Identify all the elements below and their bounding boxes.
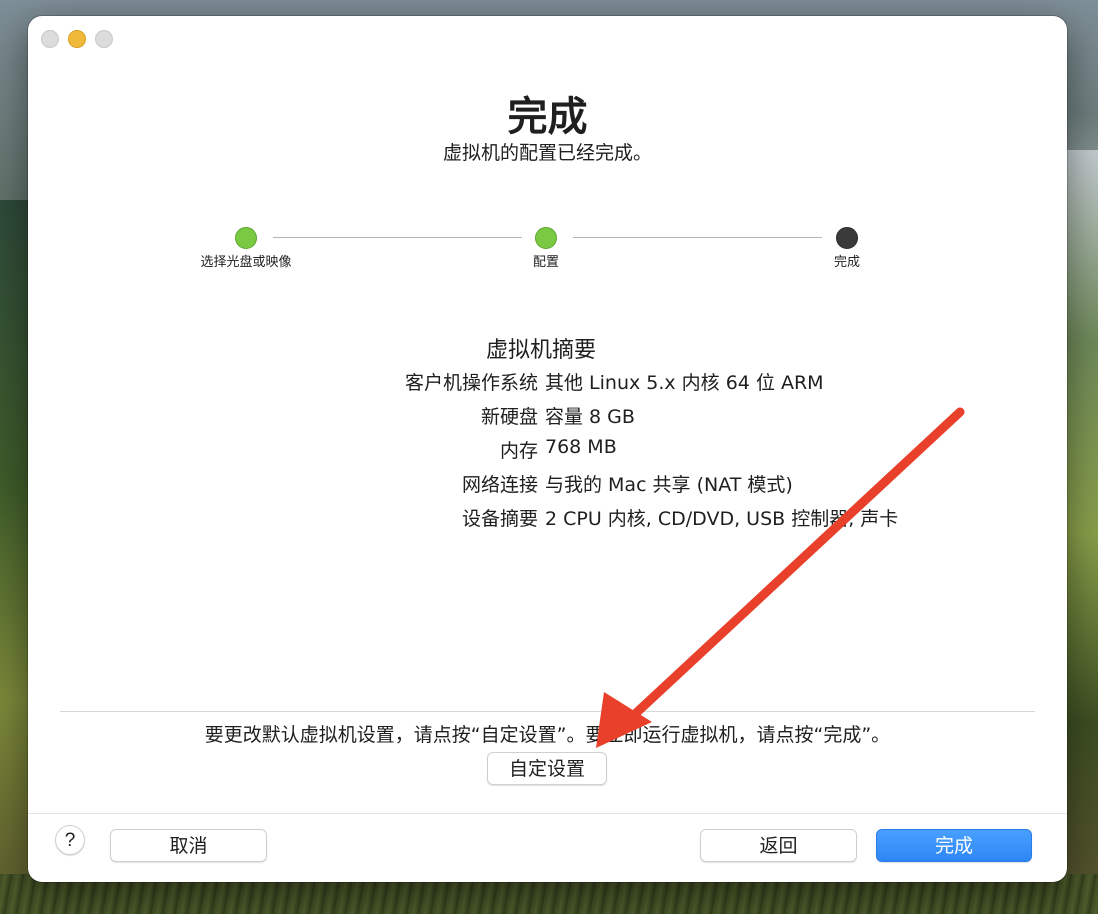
summary-row: 新硬盘 容量 8 GB: [28, 402, 1067, 432]
window-controls: [41, 30, 113, 48]
help-button[interactable]: ?: [55, 825, 85, 855]
summary-key: 客户机操作系统: [404, 372, 538, 394]
summary-key: 设备摘要: [461, 508, 538, 530]
step-2-label: 配置: [532, 255, 560, 270]
back-button[interactable]: 返回: [700, 829, 857, 862]
page-title: 完成: [507, 94, 588, 140]
finish-button[interactable]: 完成: [876, 829, 1032, 862]
step-3-label: 完成: [833, 255, 861, 270]
summary-row: 客户机操作系统 其他 Linux 5.x 内核 64 位 ARM: [28, 368, 1067, 398]
summary-value: 2 CPU 内核, CD/DVD, USB 控制器, 声卡: [545, 508, 899, 530]
step-connector: [273, 237, 522, 238]
summary-key: 网络连接: [461, 474, 538, 496]
minimize-window-button[interactable]: [68, 30, 86, 48]
summary-row: 设备摘要 2 CPU 内核, CD/DVD, USB 控制器, 声卡: [28, 504, 1067, 534]
step-1-done-indicator: [235, 227, 257, 249]
summary-key: 新硬盘: [480, 406, 538, 428]
progress-stepper: 选择光盘或映像 配置 完成: [28, 224, 1067, 284]
step-3-current-indicator: [836, 227, 858, 249]
content-divider: [60, 711, 1035, 712]
cancel-button[interactable]: 取消: [110, 829, 267, 862]
close-window-button[interactable]: [41, 30, 59, 48]
summary-title: 虚拟机摘要: [486, 338, 597, 363]
summary-value: 其他 Linux 5.x 内核 64 位 ARM: [545, 372, 824, 394]
footer-divider: [28, 813, 1067, 814]
step-1-label: 选择光盘或映像: [200, 255, 292, 270]
assistant-window: 完成 虚拟机的配置已经完成。 选择光盘或映像 配置 完成 虚拟机摘要 客户机操作…: [28, 16, 1067, 882]
summary-value: 与我的 Mac 共享 (NAT 模式): [545, 474, 793, 496]
step-connector: [573, 237, 822, 238]
summary-row: 网络连接 与我的 Mac 共享 (NAT 模式): [28, 470, 1067, 500]
summary-value: 768 MB: [545, 436, 617, 458]
summary-row: 内存 768 MB: [28, 436, 1067, 466]
summary-value: 容量 8 GB: [545, 406, 635, 428]
page-subtitle: 虚拟机的配置已经完成。: [442, 142, 652, 164]
instruction-text: 要更改默认虚拟机设置，请点按“自定设置”。要立即运行虚拟机，请点按“完成”。: [204, 724, 891, 746]
step-2-done-indicator: [535, 227, 557, 249]
zoom-window-button[interactable]: [95, 30, 113, 48]
summary-key: 内存: [499, 440, 538, 462]
customize-settings-button[interactable]: 自定设置: [487, 752, 607, 785]
